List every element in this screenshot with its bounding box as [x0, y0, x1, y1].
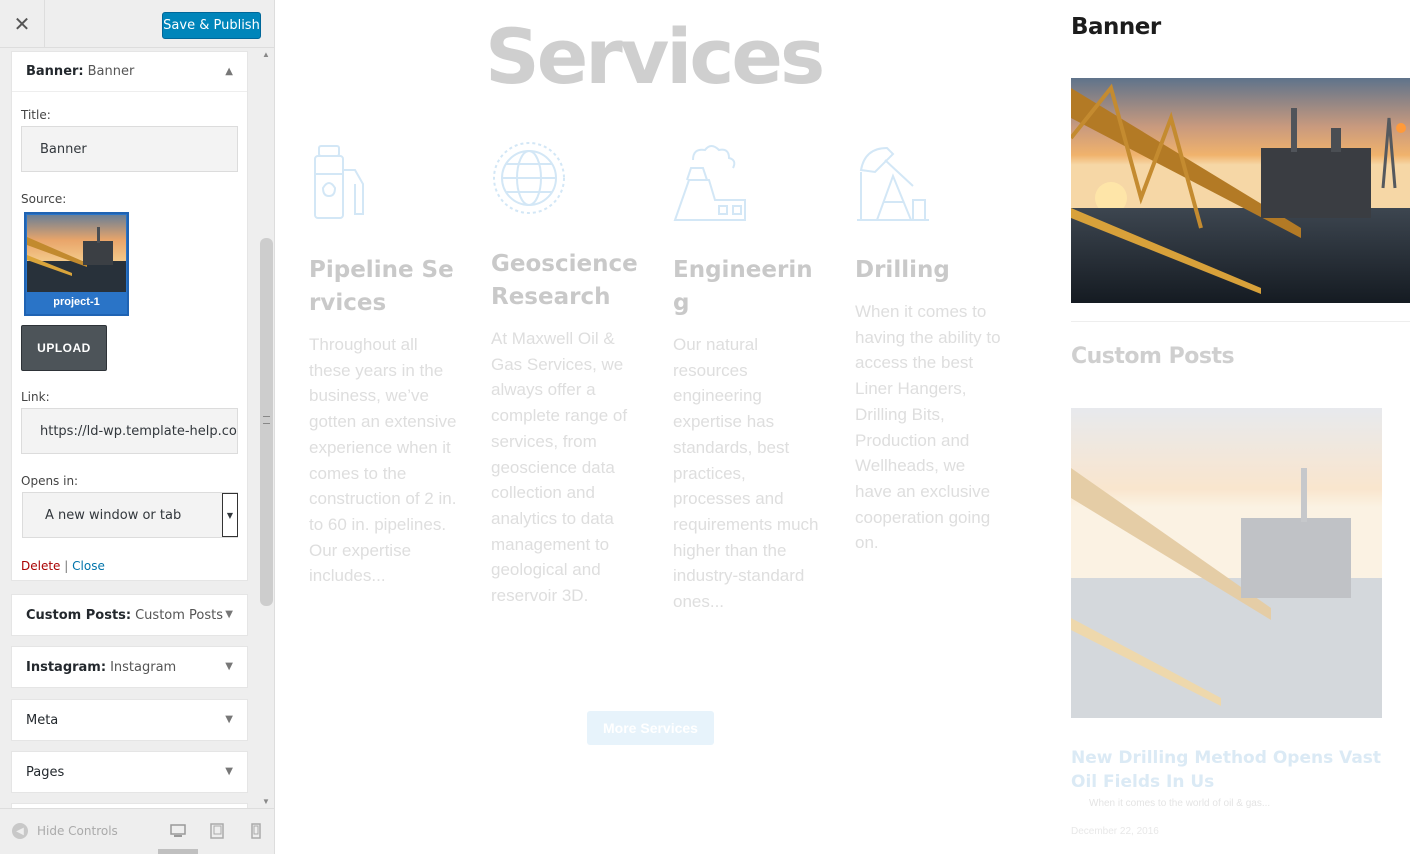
- customizer-footer: ◀ Hide Controls: [0, 808, 274, 854]
- banner-image[interactable]: [1071, 78, 1410, 303]
- instagram-widget-header[interactable]: Instagram: Instagram ▼: [12, 647, 247, 687]
- service-pipeline[interactable]: Pipeline Services Throughout all these y…: [309, 140, 459, 589]
- service-text: At Maxwell Oil & Gas Services, we always…: [491, 329, 628, 606]
- customizer-sidebar: ✕ Save & Publish Banner: Banner ▲ Title:…: [0, 0, 275, 854]
- service-title[interactable]: Geoscience Research: [491, 248, 641, 314]
- globe-icon: [493, 142, 565, 214]
- source-image-caption: project-1: [53, 296, 100, 308]
- service-text: Throughout all these years in the busine…: [309, 335, 457, 586]
- fuel-pump-icon: [314, 145, 364, 219]
- banner-widget: Banner: Banner ▲ Title: Banner Source: p…: [11, 51, 248, 581]
- post-excerpt: When it comes to the world of oil & gas.…: [1089, 798, 1271, 809]
- delete-link[interactable]: Delete: [21, 559, 60, 573]
- service-title[interactable]: Drilling: [855, 254, 1005, 287]
- active-device-indicator: [158, 849, 198, 854]
- widgets-panel: Banner: Banner ▲ Title: Banner Source: p…: [0, 48, 259, 808]
- link-field-label: Link:: [21, 390, 50, 404]
- widget-title: Instagram: [110, 659, 177, 675]
- collapse-arrow-icon: ◀: [12, 823, 28, 839]
- widget-type-label: Meta: [26, 712, 59, 728]
- chevron-down-icon[interactable]: ▼: [225, 714, 233, 725]
- post-title-link[interactable]: New Drilling Method Opens Vast Oil Field…: [1071, 746, 1391, 794]
- scrollbar-thumb[interactable]: [260, 238, 273, 606]
- chevron-down-icon[interactable]: ▼: [222, 493, 238, 537]
- chevron-down-icon[interactable]: ▼: [225, 609, 233, 620]
- opens-in-field-label: Opens in:: [21, 474, 79, 488]
- site-preview: Services Pipeline Services Throughout al…: [275, 0, 1419, 854]
- link-input[interactable]: https://ld-wp.template-help.com: [21, 408, 238, 454]
- service-title[interactable]: Pipeline Services: [309, 254, 459, 320]
- opens-in-selected-value: A new window or tab: [45, 507, 182, 523]
- widget-type-label: Custom Posts:: [26, 607, 132, 623]
- pages-widget-header[interactable]: Pages ▼: [12, 752, 247, 792]
- source-image-thumbnail[interactable]: project-1: [24, 212, 129, 316]
- meta-widget-header[interactable]: Meta ▼: [12, 700, 247, 740]
- aside-divider: [1071, 321, 1410, 322]
- widget-title: Banner: [87, 64, 135, 79]
- meta-widget[interactable]: Meta ▼: [11, 699, 248, 741]
- pages-widget[interactable]: Pages ▼: [11, 751, 248, 793]
- source-field-label: Source:: [21, 192, 67, 206]
- service-drilling[interactable]: Drilling When it comes to having the abi…: [855, 140, 1005, 556]
- widget-title: Custom Posts: [135, 607, 224, 623]
- service-geoscience[interactable]: Geoscience Research At Maxwell Oil & Gas…: [491, 140, 641, 609]
- upload-button[interactable]: UPLOAD: [21, 325, 107, 371]
- services-title: Services: [485, 12, 825, 101]
- opens-in-select[interactable]: A new window or tab ▼: [22, 492, 238, 538]
- banner-widget-header[interactable]: Banner: Banner ▲: [12, 52, 247, 92]
- post-image[interactable]: [1071, 408, 1382, 718]
- close-icon[interactable]: ✕: [0, 0, 45, 48]
- widget-type-label: Banner:: [26, 64, 84, 79]
- chevron-down-icon[interactable]: ▼: [225, 661, 233, 672]
- chevron-down-icon[interactable]: ▼: [225, 766, 233, 777]
- desktop-icon[interactable]: [170, 823, 186, 839]
- service-text: When it comes to having the ability to a…: [855, 302, 1001, 553]
- factory-icon: [673, 145, 746, 221]
- actions-separator: |: [64, 559, 69, 573]
- widget-actions: Delete | Close: [21, 559, 105, 573]
- service-text: Our natural resources engineering expert…: [673, 335, 819, 612]
- scrollbar-grip-icon: [263, 416, 270, 424]
- custom-posts-widget-header[interactable]: Custom Posts: Custom Posts ▼: [12, 595, 247, 635]
- mobile-icon[interactable]: [248, 823, 264, 839]
- title-field-label: Title:: [21, 108, 51, 122]
- customizer-header: ✕ Save & Publish: [0, 0, 274, 48]
- widget-type-label: Instagram:: [26, 659, 107, 675]
- hide-controls-button[interactable]: ◀ Hide Controls: [12, 823, 118, 839]
- widget-type-label: Pages: [26, 764, 65, 780]
- tablet-icon[interactable]: [209, 823, 225, 839]
- sidebar-scrollbar[interactable]: ▲ ▼: [259, 48, 274, 808]
- post-date: December 22, 2016: [1071, 826, 1159, 837]
- more-services-button[interactable]: More Services: [587, 711, 714, 745]
- banner-heading: Banner: [1071, 14, 1161, 40]
- oil-pump-jack-icon: [857, 146, 929, 221]
- close-link[interactable]: Close: [72, 559, 105, 573]
- scroll-down-icon[interactable]: ▼: [262, 797, 270, 806]
- source-image: [27, 215, 126, 292]
- chevron-up-icon[interactable]: ▲: [225, 66, 233, 77]
- scroll-up-icon[interactable]: ▲: [262, 50, 270, 59]
- save-publish-button[interactable]: Save & Publish: [162, 12, 261, 39]
- instagram-widget[interactable]: Instagram: Instagram ▼: [11, 646, 248, 688]
- custom-posts-heading: Custom Posts: [1071, 344, 1235, 369]
- title-input[interactable]: Banner: [21, 126, 238, 172]
- hide-controls-label: Hide Controls: [37, 824, 118, 838]
- service-engineering[interactable]: Engineering Our natural resources engine…: [673, 140, 823, 615]
- custom-posts-widget[interactable]: Custom Posts: Custom Posts ▼: [11, 594, 248, 636]
- service-title[interactable]: Engineering: [673, 254, 823, 320]
